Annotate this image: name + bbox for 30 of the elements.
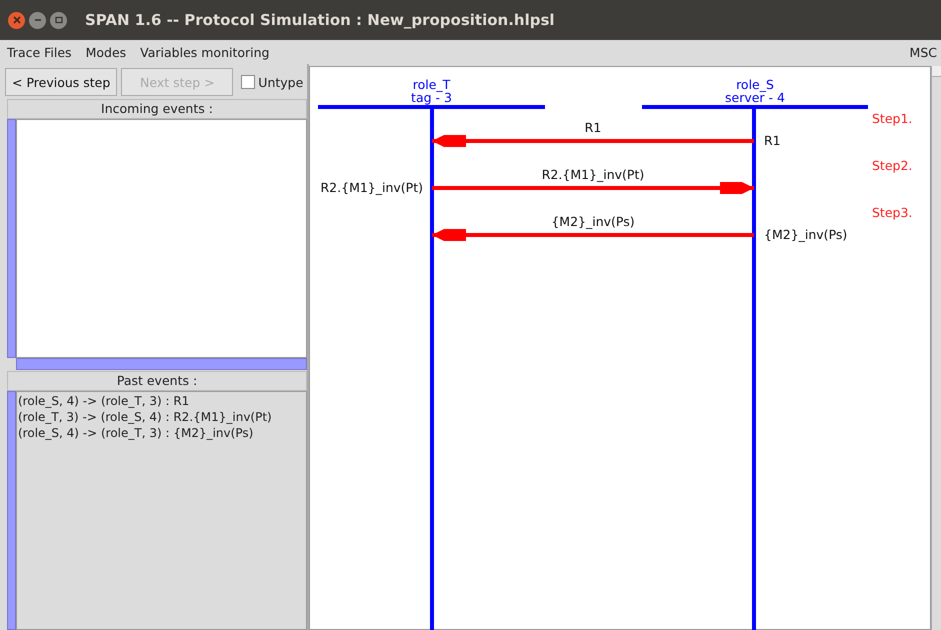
panel-header: Incoming events :	[7, 99, 308, 119]
menu-item[interactable]: Trace Files	[7, 44, 72, 60]
step-label: Step2.	[872, 158, 912, 173]
menu-item[interactable]: MSC	[910, 44, 937, 60]
close-icon[interactable]	[8, 12, 25, 28]
menu-item[interactable]: Modes	[86, 44, 126, 60]
role-instance: server - 4	[725, 90, 786, 105]
checkbox-label: Untype	[258, 74, 304, 90]
sender-label: R2.{M1}_inv(Pt)	[320, 180, 424, 195]
event-item[interactable]: (role_S, 4) -> (role_T, 3) : R1	[17, 393, 306, 409]
message-label: R2.{M1}_inv(Pt)	[542, 167, 644, 182]
step-label: Step3.	[872, 205, 912, 220]
event-item[interactable]: (role_T, 3) -> (role_S, 4) : R2.{M1}_inv(Pt)	[17, 409, 306, 425]
maximize-icon[interactable]	[50, 12, 67, 28]
previous-step-button[interactable]: < Previous step	[5, 68, 118, 96]
role-instance: tag - 3	[411, 90, 452, 105]
message-label: R1	[584, 120, 602, 135]
minimize-icon[interactable]	[29, 12, 46, 28]
sender-label: {M2}_inv(Ps)	[764, 227, 848, 242]
sender-label: R1	[764, 133, 781, 148]
panel-header: Past events :	[7, 371, 308, 391]
role-name: role_S	[736, 77, 774, 92]
role-name: role_T	[412, 77, 450, 92]
message-label: {M2}_inv(Ps)	[551, 214, 635, 229]
untype-checkbox[interactable]	[241, 75, 256, 89]
incoming-events-list[interactable]	[16, 119, 308, 358]
step-label: Step1.	[872, 111, 912, 126]
window-title: SPAN 1.6 -- Protocol Simulation : New_proposition.hlpsl	[85, 11, 555, 29]
event-item[interactable]: (role_S, 4) -> (role_T, 3) : {M2}_inv(Ps)	[17, 425, 306, 441]
menu-item[interactable]: Variables monitoring	[140, 44, 270, 60]
